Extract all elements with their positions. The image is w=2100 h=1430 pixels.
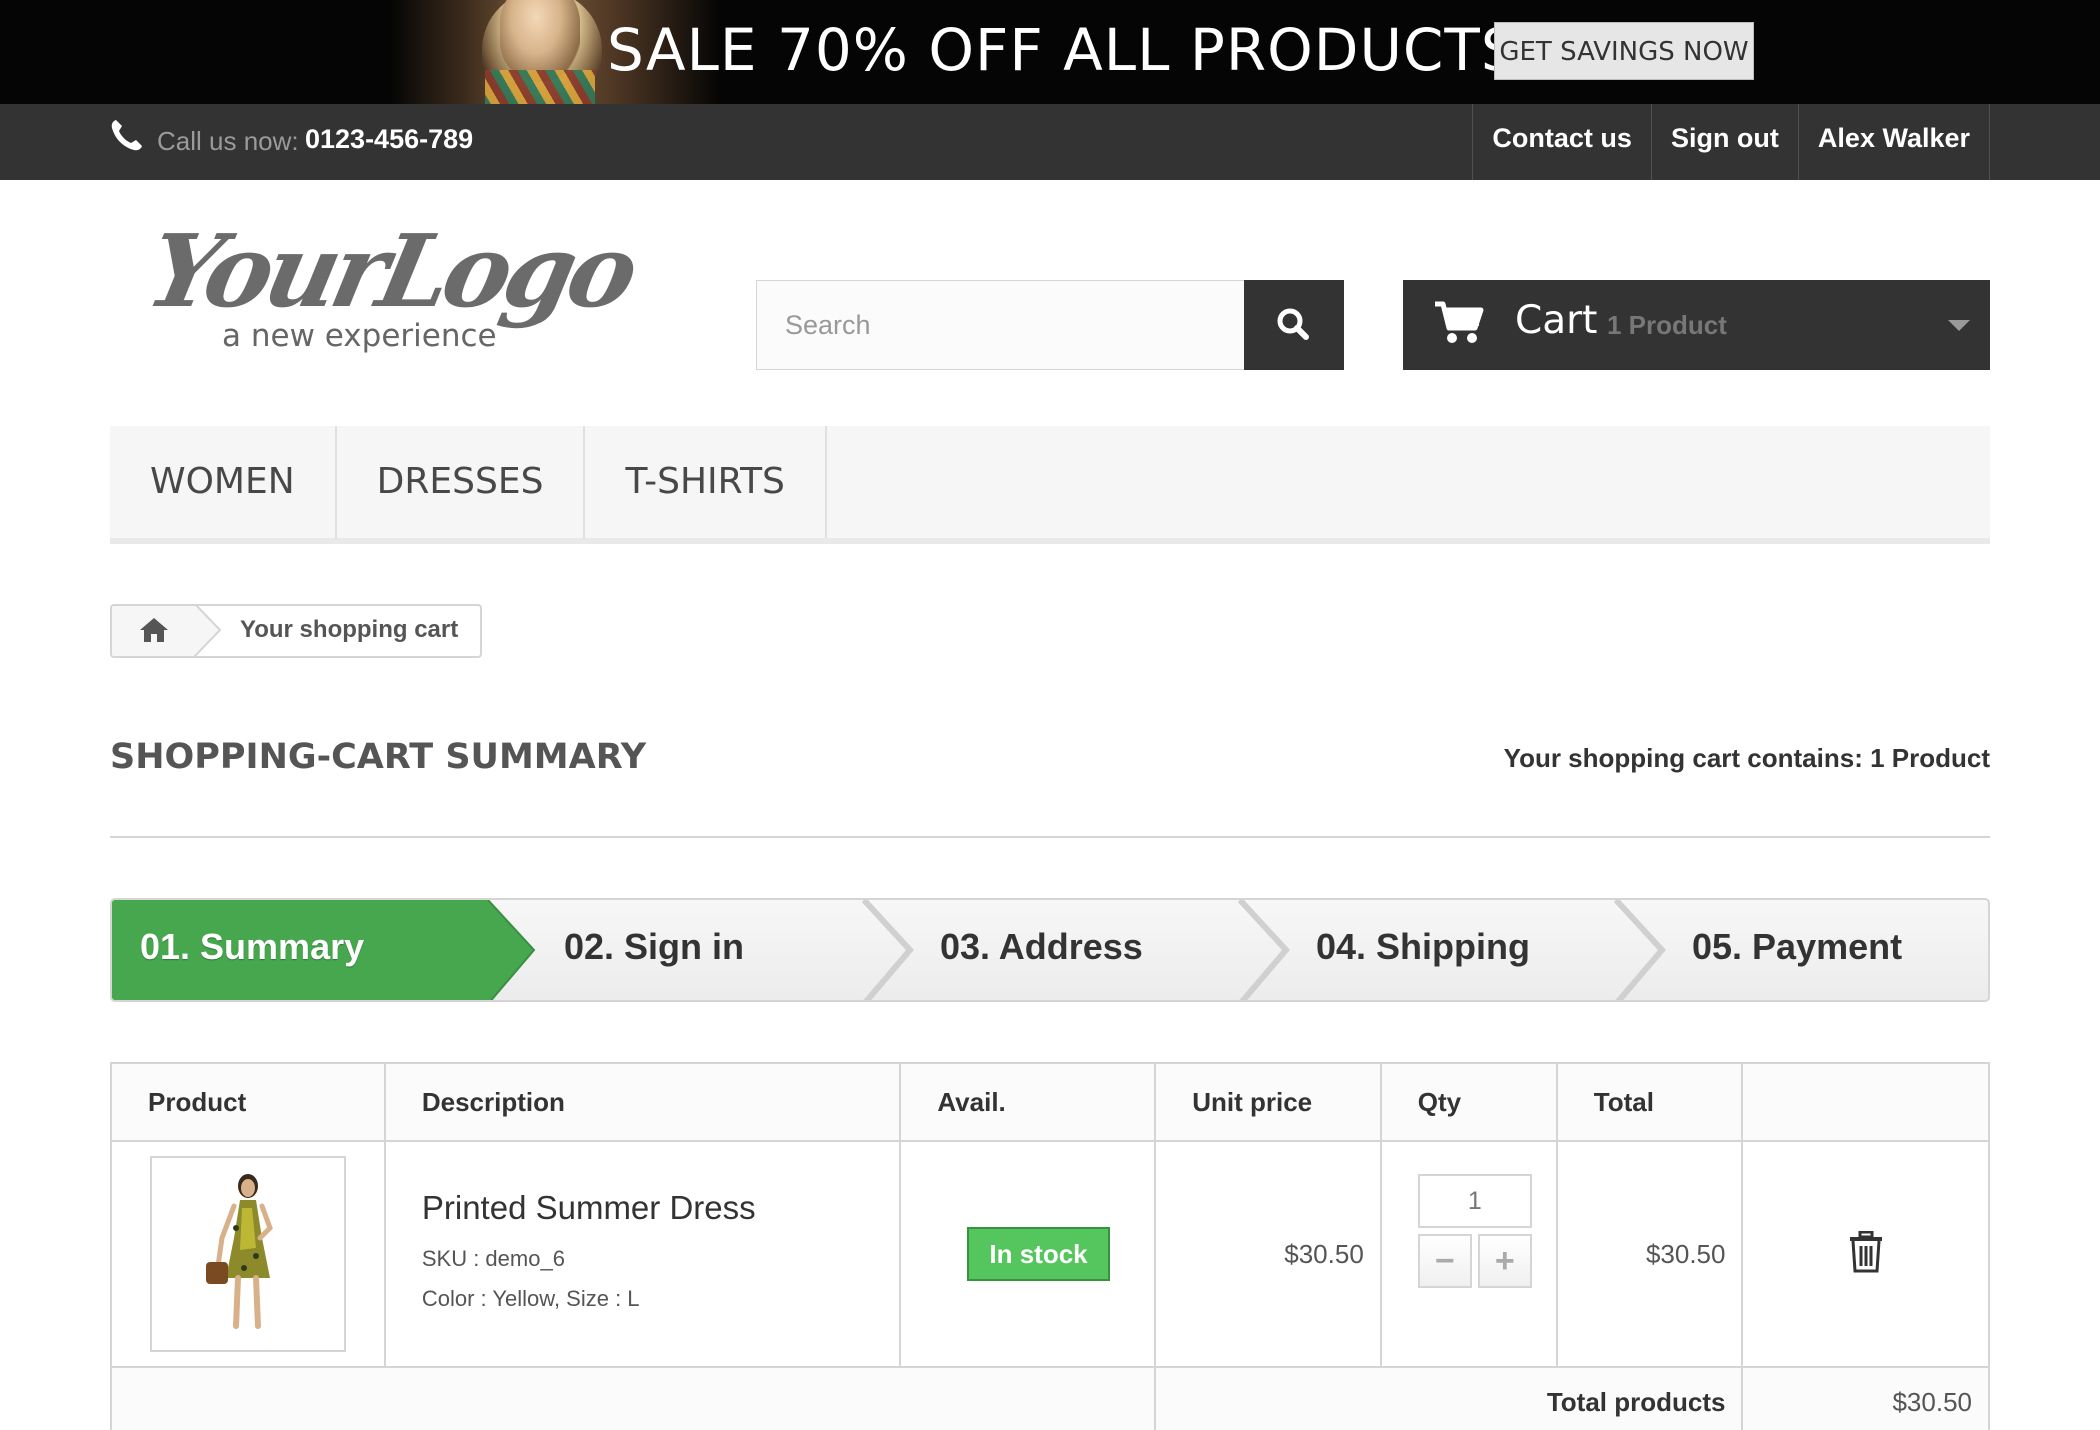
- decrease-quantity-button[interactable]: −: [1417, 1234, 1472, 1288]
- main-menu: WOMEN DRESSES T-SHIRTS: [110, 426, 1990, 544]
- actions-cell: [1741, 1140, 1990, 1368]
- caret-down-icon: [1948, 320, 1970, 331]
- step-payment[interactable]: 05. Payment: [1692, 926, 1902, 968]
- store-logo[interactable]: YourLogo a new experience: [137, 212, 643, 368]
- top-nav: Contact us Sign out Alex Walker: [1472, 104, 1990, 180]
- top-bar: Call us now: 0123-456-789 Contact us Sig…: [0, 104, 2100, 180]
- cart-table: Product Description Avail. Unit price Qt…: [109, 1062, 1990, 1430]
- unit-price: $30.50: [1154, 1140, 1382, 1368]
- cart-icon: [1435, 301, 1484, 343]
- step-summary[interactable]: 01. Summary: [140, 926, 364, 968]
- product-name[interactable]: Printed Summer Dress: [422, 1189, 900, 1227]
- phone-number: 0123-456-789: [305, 124, 474, 154]
- step-address[interactable]: 03. Address: [940, 926, 1143, 968]
- breadcrumb-current: Your shopping cart: [240, 616, 459, 643]
- column-header-product: Product: [110, 1062, 386, 1142]
- search-icon: [1277, 308, 1309, 340]
- page-title: SHOPPING-CART SUMMARY: [110, 737, 647, 777]
- menu-item-dresses[interactable]: DRESSES: [337, 426, 586, 538]
- call-us-label: Call us now:: [157, 126, 299, 156]
- product-sku: SKU : demo_6: [421, 1246, 565, 1271]
- breadcrumb-separator: [180, 606, 222, 656]
- heading-divider: [110, 836, 1990, 838]
- account-link[interactable]: Alex Walker: [1797, 104, 1990, 180]
- table-header-row: Product Description Avail. Unit price Qt…: [110, 1062, 1990, 1142]
- qty-cell: − +: [1379, 1140, 1558, 1368]
- total-products-row: Total products $30.50: [109, 1366, 1990, 1430]
- column-header-actions: [1741, 1062, 1990, 1142]
- column-header-qty: Qty: [1379, 1062, 1558, 1142]
- line-total: $30.50: [1555, 1140, 1744, 1368]
- logo-tagline: a new experience: [222, 318, 497, 354]
- column-header-unit-price: Unit price: [1154, 1062, 1382, 1142]
- quantity-input[interactable]: [1417, 1174, 1532, 1228]
- plus-icon: +: [1494, 1242, 1515, 1280]
- quantity-stepper: − +: [1417, 1174, 1548, 1334]
- get-savings-button[interactable]: GET SAVINGS NOW: [1494, 22, 1754, 80]
- product-image: [206, 1174, 273, 1329]
- minus-icon: −: [1434, 1242, 1455, 1280]
- breadcrumb: Your shopping cart: [110, 604, 482, 658]
- cart-label: Cart: [1515, 298, 1598, 343]
- search-button[interactable]: [1244, 280, 1344, 370]
- search-input[interactable]: [756, 280, 1245, 370]
- menu-item-women[interactable]: WOMEN: [110, 426, 337, 538]
- menu-item-t-shirts[interactable]: T-SHIRTS: [585, 426, 827, 538]
- column-header-total: Total: [1555, 1062, 1744, 1142]
- cart-dropdown[interactable]: Cart 1 Product: [1403, 280, 1990, 370]
- product-cell: [110, 1140, 386, 1368]
- banner-title: SALE 70% OFF ALL PRODUCTS: [607, 16, 1519, 84]
- step-sign-in[interactable]: 02. Sign in: [564, 926, 744, 968]
- column-header-availability: Avail.: [899, 1062, 1157, 1142]
- logo-text: YourLogo: [137, 212, 643, 330]
- contact-us-link[interactable]: Contact us: [1472, 104, 1651, 180]
- trash-icon[interactable]: [1848, 1230, 1884, 1273]
- phone-icon: [111, 120, 142, 151]
- total-spacer: [109, 1366, 1157, 1430]
- in-stock-badge: In stock: [967, 1227, 1110, 1281]
- increase-quantity-button[interactable]: +: [1477, 1234, 1532, 1288]
- description-cell: Printed Summer Dress SKU : demo_6 Color …: [383, 1140, 902, 1368]
- step-shipping[interactable]: 04. Shipping: [1316, 926, 1530, 968]
- cart-count: 1 Product: [1607, 310, 1727, 340]
- product-thumbnail[interactable]: [150, 1156, 346, 1352]
- cart-summary-count: Your shopping cart contains: 1 Product: [1503, 743, 1990, 773]
- table-row: Printed Summer Dress SKU : demo_6 Color …: [110, 1140, 1990, 1368]
- column-header-description: Description: [383, 1062, 902, 1142]
- home-icon: [140, 618, 168, 642]
- product-attributes[interactable]: Color : Yellow, Size : L: [422, 1279, 900, 1319]
- availability-cell: In stock: [899, 1140, 1157, 1368]
- total-products-label: Total products: [1154, 1366, 1744, 1430]
- sign-out-link[interactable]: Sign out: [1650, 104, 1798, 180]
- total-products-value: $30.50: [1741, 1366, 1990, 1430]
- checkout-steps: 01. Summary 02. Sign in 03. Address 04. …: [110, 898, 1990, 1002]
- sale-banner[interactable]: SALE 70% OFF ALL PRODUCTS GET SAVINGS NO…: [0, 0, 2100, 104]
